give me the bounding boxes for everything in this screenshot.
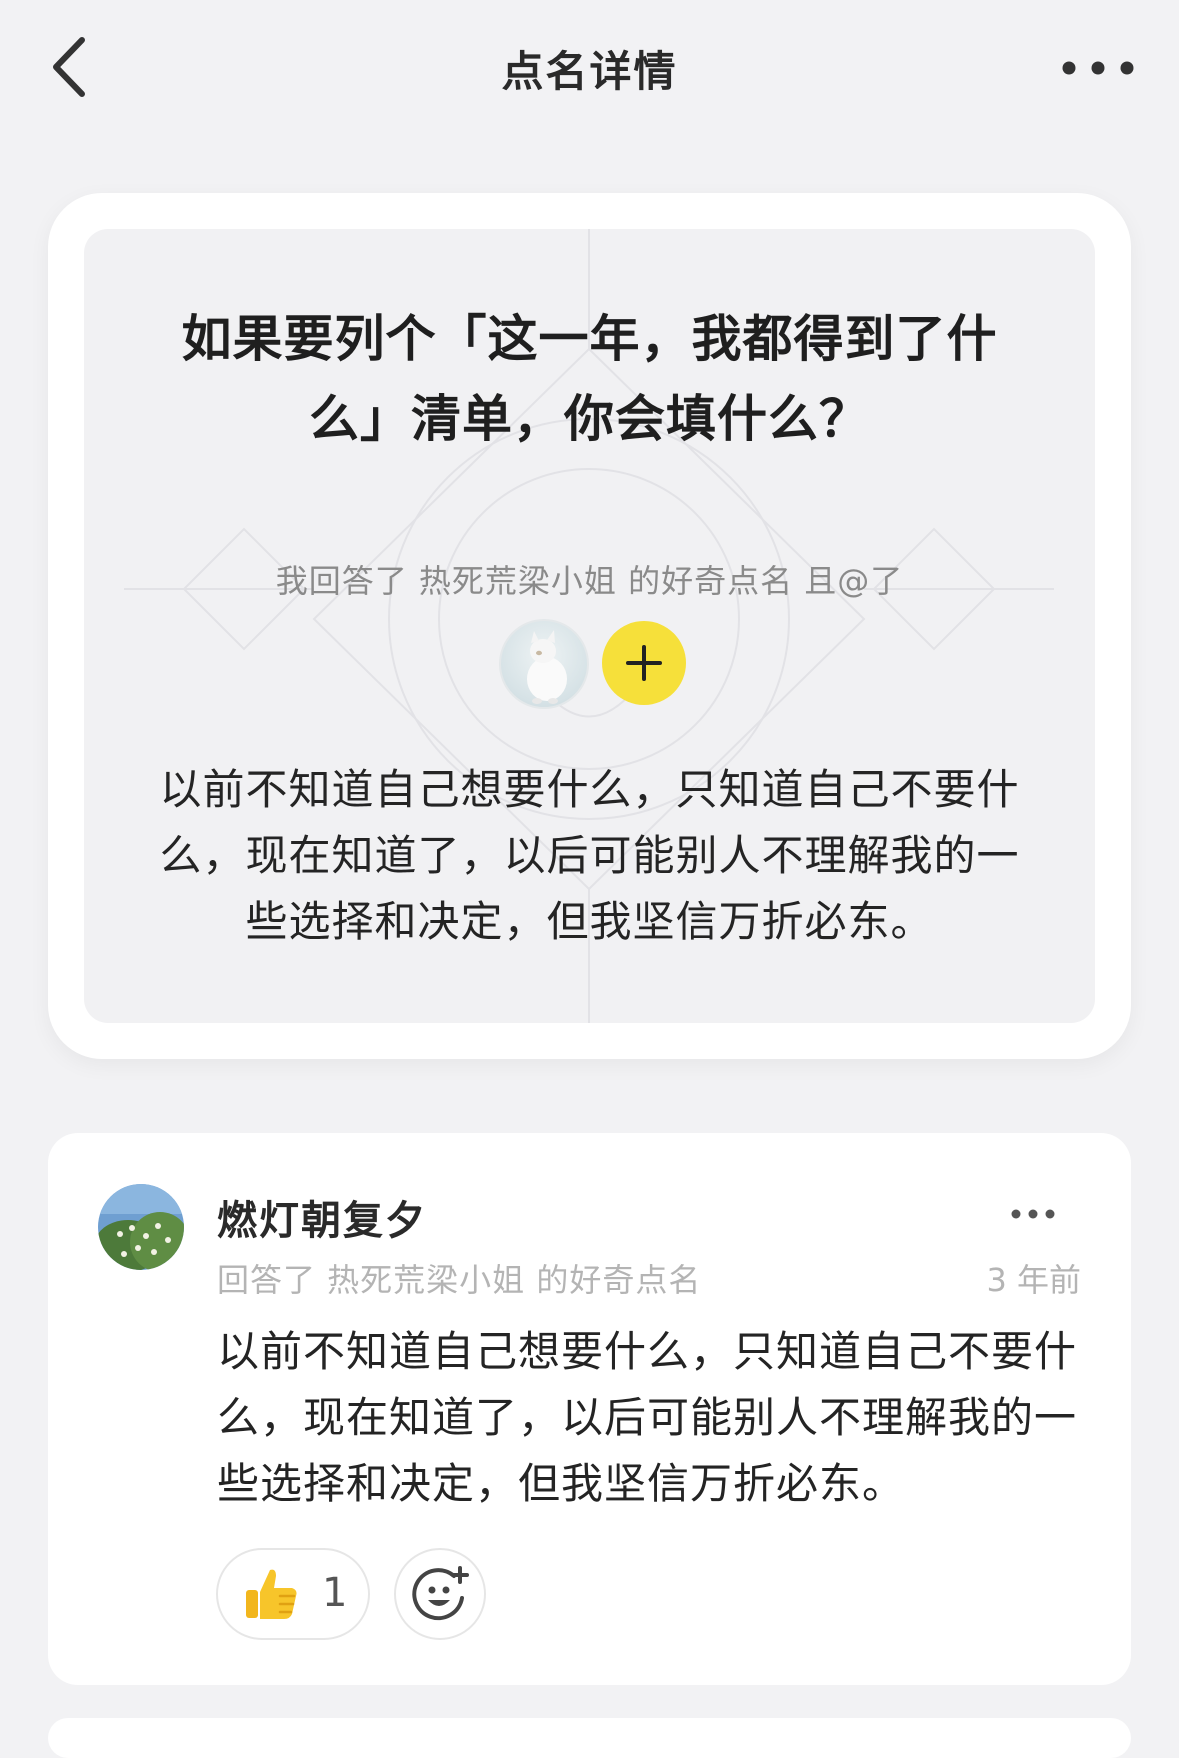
answered-mention-line: 我回答了 热死荒梁小姐 的好奇点名 且@了: [275, 562, 904, 600]
thumbs-up-icon: [246, 1569, 297, 1619]
white-cat-avatar: [527, 630, 567, 704]
more-horizontal-icon: [1062, 61, 1134, 75]
next-comment-card-edge: [48, 1718, 1131, 1758]
comment-timestamp: 3 年前: [986, 1261, 1081, 1299]
page-title: 点名详情: [501, 47, 678, 96]
mention-avatar-row: [84, 619, 1095, 709]
prompt-question: 如果要列个「这一年，我都得到了什么」清单，你会填什么？: [181, 310, 998, 448]
like-button[interactable]: 1: [216, 1548, 370, 1640]
comment-subline: 回答了 热死荒梁小姐 的好奇点名: [217, 1261, 702, 1299]
like-count: 1: [322, 1570, 348, 1616]
add-mention-button[interactable]: [602, 621, 686, 705]
comment-card: 燃灯朝复夕 回答了 热死荒梁小姐 的好奇点名 3 年前 以前不知道自己想要什么，…: [48, 1133, 1131, 1685]
answer-text: 以前不知道自己想要什么，只知道自己不要什么，现在知道了，以后可能别人不理解我的一…: [159, 765, 1020, 946]
mentioned-user-avatar[interactable]: [499, 619, 589, 709]
comment-more-button[interactable]: [1010, 1204, 1056, 1224]
more-horizontal-icon: [1011, 1209, 1055, 1219]
username[interactable]: 燃灯朝复夕: [217, 1188, 427, 1246]
add-reaction-button[interactable]: [394, 1548, 486, 1640]
more-button[interactable]: [1060, 48, 1136, 88]
user-avatar[interactable]: [98, 1184, 184, 1270]
nav-bar: 点名详情: [0, 0, 1179, 140]
add-emoji-icon: [412, 1566, 469, 1621]
comment-text: 以前不知道自己想要什么，只知道自己不要什么，现在知道了，以后可能别人不理解我的一…: [217, 1327, 1078, 1508]
answer-card-inner: 如果要列个「这一年，我都得到了什么」清单，你会填什么？ 我回答了 热死荒梁小姐 …: [84, 229, 1095, 1023]
plus-icon: [626, 645, 662, 681]
answer-card: 如果要列个「这一年，我都得到了什么」清单，你会填什么？ 我回答了 热死荒梁小姐 …: [48, 193, 1131, 1059]
flowering-tree-avatar: [98, 1184, 184, 1270]
